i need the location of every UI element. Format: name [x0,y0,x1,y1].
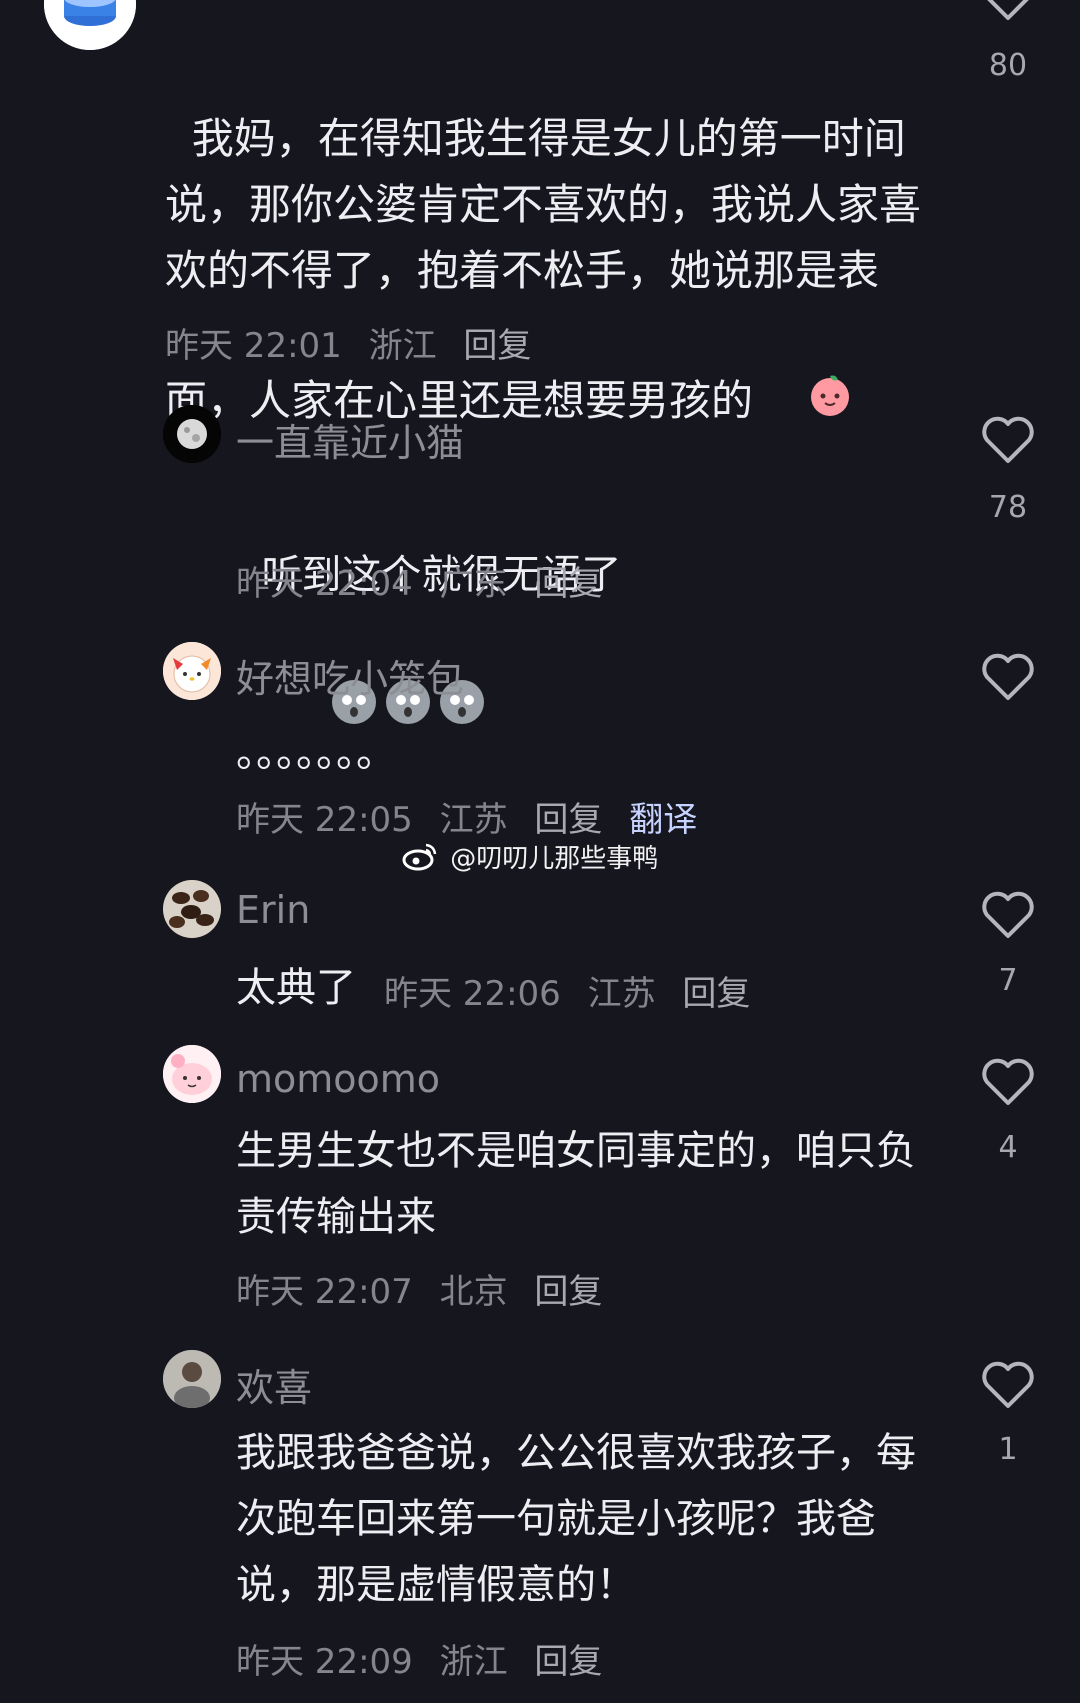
reply-3-like-count: 7 [998,963,1018,998]
heart-outline-icon [982,1361,1034,1408]
location: 江苏 [439,800,508,840]
heart-outline-icon [982,1058,1034,1105]
reply-3-avatar[interactable] [163,880,221,938]
weibo-icon [402,841,438,878]
reply-2-like-button[interactable] [980,652,1036,706]
reply-4-avatar[interactable] [163,1045,221,1103]
reply-5-avatar[interactable] [163,1350,221,1408]
moon-avatar-icon [163,405,221,463]
reply-4-username[interactable]: momoomo [236,1057,440,1101]
reply-3-meta: 昨天 22:06 江苏 回复 [384,966,766,1015]
reply-1-like-count: 78 [988,490,1028,525]
hello-kitty-avatar-icon [163,642,221,700]
location: 浙江 [439,1642,508,1682]
reply-2-username[interactable]: 好想吃小笼包 [236,648,464,703]
timestamp: 昨天 22:01 [165,326,342,366]
location: 江苏 [587,974,656,1014]
timestamp: 昨天 22:05 [236,800,413,840]
reply-5-like-count: 1 [998,1432,1018,1467]
reply-button[interactable]: 回复 [682,974,750,1014]
reply-3-text: 太典了 [236,965,356,1011]
peach-face-emoji-icon [753,304,854,503]
heart-outline-icon [987,0,1029,20]
reply-4-like-button[interactable] [980,1057,1036,1111]
top-comment-meta: 昨天 22:01 浙江 回复 [165,318,547,367]
reply-5-like-button[interactable] [980,1360,1036,1414]
reply-button[interactable]: 回复 [534,1272,602,1312]
reply-2-text: 。。。。。。。 [236,730,396,776]
reply-1-like-button[interactable] [980,415,1036,469]
reply-2-meta: 昨天 22:05 江苏 回复 翻译 [236,792,713,841]
location: 浙江 [368,326,437,366]
heart-outline-icon [982,891,1034,938]
reply-1-username[interactable]: 一直靠近小猫 [236,412,464,467]
timestamp: 昨天 22:04 [236,564,413,604]
coffee-beans-avatar-icon [163,880,221,938]
reply-5-username[interactable]: 欢喜 [236,1357,312,1412]
timestamp: 昨天 22:06 [384,974,561,1014]
heart-outline-icon [982,653,1034,700]
top-comment-username[interactable]: o [165,0,182,5]
top-comment-avatar[interactable] [44,0,136,50]
pink-cartoon-avatar-icon [163,1045,221,1103]
reply-4-meta: 昨天 22:07 北京 回复 [236,1264,618,1313]
top-comment-like-button[interactable] [980,0,1036,26]
reply-2-avatar[interactable] [163,642,221,700]
reply-button[interactable]: 回复 [463,326,531,366]
watermark-text: @叨叨儿那些事鸭 [450,844,659,874]
reply-1-avatar[interactable] [163,405,221,463]
reply-4-text: 生男生女也不是咱女同事定的，咱只负责传输出来 [236,1128,916,1240]
reply-1-meta: 昨天 22:04 广东 回复 [236,556,618,605]
reply-button[interactable]: 回复 [534,1642,602,1682]
reply-5-text: 我跟我爸爸说，公公很喜欢我孩子，每次跑车回来第一句就是小孩呢？我爸说，那是虚情假… [236,1430,916,1608]
reply-5-meta: 昨天 22:09 浙江 回复 [236,1634,618,1683]
reply-3-username[interactable]: Erin [236,888,310,932]
translate-button[interactable]: 翻译 [629,800,697,840]
blue-drum-avatar-icon [44,0,136,50]
top-comment-like-count: 80 [988,48,1028,83]
timestamp: 昨天 22:09 [236,1642,413,1682]
reply-button[interactable]: 回复 [534,800,602,840]
photo-avatar-icon [163,1350,221,1408]
location: 广东 [439,564,508,604]
timestamp: 昨天 22:07 [236,1272,413,1312]
location: 北京 [439,1272,508,1312]
reply-4-like-count: 4 [998,1130,1018,1165]
heart-outline-icon [982,416,1034,463]
reply-button[interactable]: 回复 [534,564,602,604]
reply-3-like-button[interactable] [980,890,1036,944]
weibo-watermark: @叨叨儿那些事鸭 [402,838,658,878]
